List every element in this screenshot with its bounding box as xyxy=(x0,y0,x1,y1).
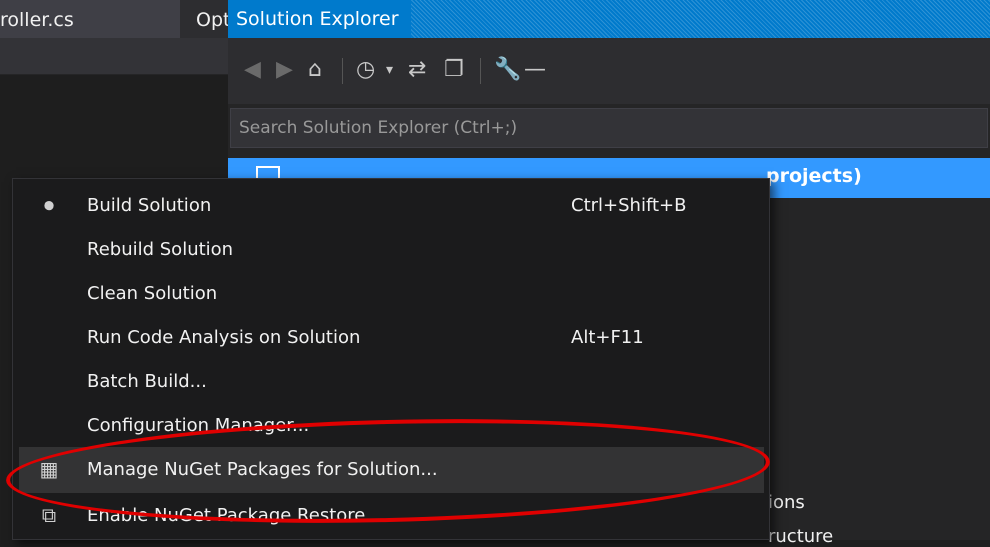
menu-item-label: Enable NuGet Package Restore xyxy=(87,505,366,526)
menu-item-label: Run Code Analysis on Solution xyxy=(87,327,361,348)
history-icon[interactable]: ◷ xyxy=(356,52,375,88)
menu-item-enable-nuget-restore[interactable]: ⧉ Enable NuGet Package Restore xyxy=(19,493,764,539)
minus-icon[interactable]: — xyxy=(524,52,546,88)
context-menu: ⏺ Build Solution Ctrl+Shift+B Rebuild So… xyxy=(12,178,770,540)
editor-tab-strip: roller.cs Opt xyxy=(0,0,230,39)
sync-icon[interactable]: ⇄ xyxy=(408,52,426,88)
editor-tab[interactable]: roller.cs xyxy=(0,0,180,38)
menu-item-label: Configuration Manager... xyxy=(87,415,310,436)
editor-tab-label: roller.cs xyxy=(0,9,74,31)
nuget-package-icon: ▦ xyxy=(39,457,59,481)
solution-explorer-title: Solution Explorer xyxy=(228,0,411,38)
menu-item-label: Manage NuGet Packages for Solution... xyxy=(87,459,438,480)
solution-explorer-search[interactable] xyxy=(230,108,988,148)
editor-navigation-bar xyxy=(0,38,228,75)
home-icon[interactable]: ⌂ xyxy=(308,52,322,88)
menu-item-label: Batch Build... xyxy=(87,371,207,392)
chevron-down-icon[interactable]: ▾ xyxy=(386,52,393,88)
options-tab-label[interactable]: Opt xyxy=(196,9,230,31)
menu-item-shortcut: Alt+F11 xyxy=(571,327,644,348)
search-input[interactable] xyxy=(231,109,987,147)
menu-item-rebuild-solution[interactable]: Rebuild Solution xyxy=(19,227,764,273)
menu-item-manage-nuget-packages[interactable]: ▦ Manage NuGet Packages for Solution... xyxy=(19,447,764,493)
solution-explorer-titlebar: Solution Explorer xyxy=(228,0,990,38)
menu-item-configuration-manager[interactable]: Configuration Manager... xyxy=(19,403,764,449)
build-icon: ⏺ xyxy=(44,193,54,217)
toolbar-separator xyxy=(480,58,481,84)
menu-item-label: Rebuild Solution xyxy=(87,239,234,260)
solution-explorer-toolbar: ◀ ▶ ⌂ ◷ ▾ ⇄ ❐ 🔧 — xyxy=(228,38,990,104)
menu-item-batch-build[interactable]: Batch Build... xyxy=(19,359,764,405)
menu-item-run-code-analysis[interactable]: Run Code Analysis on Solution Alt+F11 xyxy=(19,315,764,361)
collapse-all-icon[interactable]: ❐ xyxy=(444,52,464,88)
menu-item-label: Clean Solution xyxy=(87,283,218,304)
properties-wrench-icon[interactable]: 🔧 xyxy=(494,52,521,88)
menu-item-shortcut: Ctrl+Shift+B xyxy=(571,195,687,216)
package-restore-icon: ⧉ xyxy=(41,503,57,527)
tree-item-fragment[interactable]: ions xyxy=(768,492,805,513)
menu-item-build-solution[interactable]: ⏺ Build Solution Ctrl+Shift+B xyxy=(19,183,764,229)
forward-icon[interactable]: ▶ xyxy=(276,52,293,88)
tree-item-fragment[interactable]: ructure xyxy=(768,526,833,547)
toolbar-separator xyxy=(342,58,343,84)
solution-node-label: projects) xyxy=(766,165,862,187)
back-icon[interactable]: ◀ xyxy=(244,52,261,88)
menu-item-label: Build Solution xyxy=(87,195,212,216)
menu-item-clean-solution[interactable]: Clean Solution xyxy=(19,271,764,317)
